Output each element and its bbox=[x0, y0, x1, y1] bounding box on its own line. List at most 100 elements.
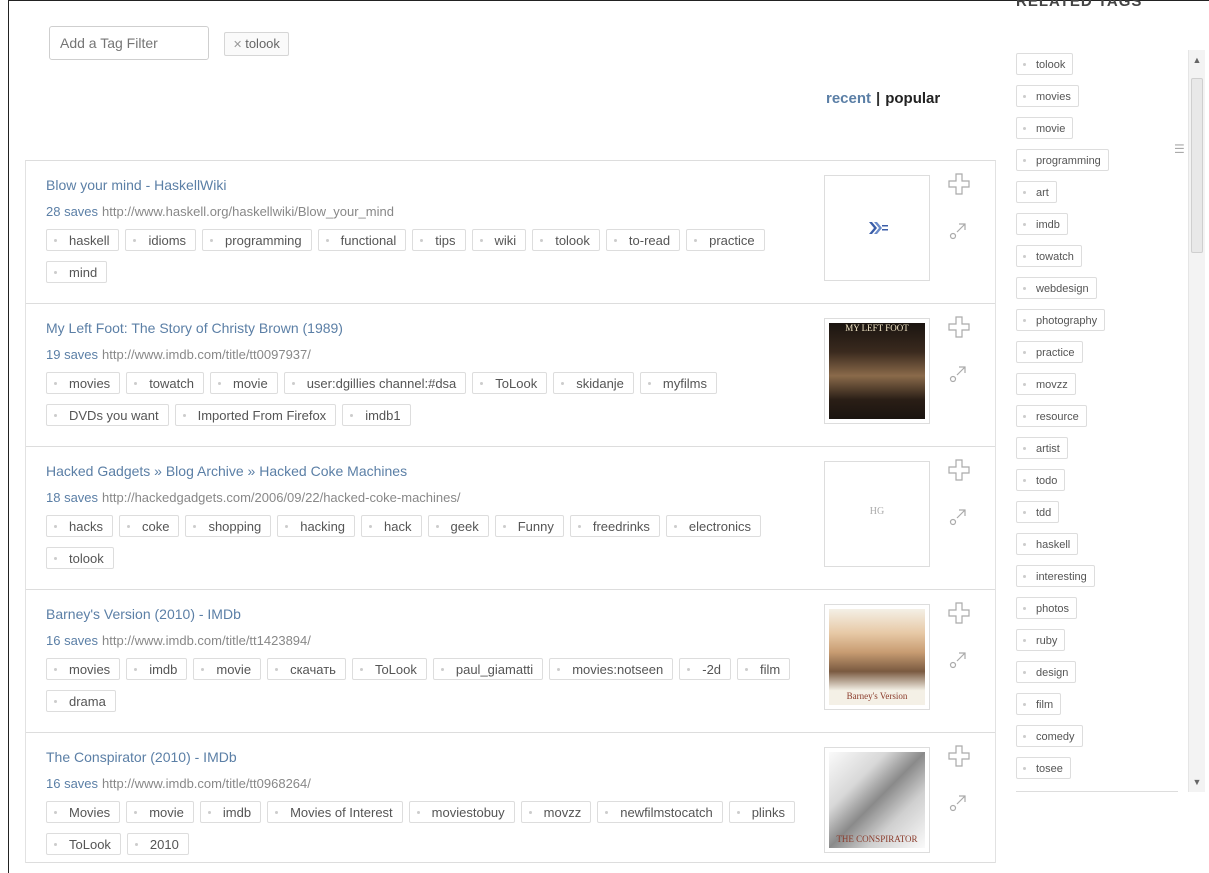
bookmark-thumbnail[interactable]: MY LEFT FOOT bbox=[824, 318, 930, 424]
related-tag[interactable]: programming bbox=[1016, 149, 1109, 171]
tag-chip[interactable]: ToLook bbox=[351, 658, 427, 680]
tag-chip[interactable]: скачать bbox=[267, 658, 346, 680]
tag-chip[interactable]: imdb1 bbox=[342, 404, 411, 426]
related-tag[interactable]: haskell bbox=[1016, 533, 1079, 555]
tag-chip[interactable]: skidanje bbox=[553, 372, 634, 394]
bookmark-thumbnail[interactable]: THE CONSPIRATOR bbox=[824, 747, 930, 853]
share-icon[interactable] bbox=[948, 505, 970, 527]
related-tag[interactable]: comedy bbox=[1016, 725, 1083, 747]
add-icon[interactable] bbox=[948, 602, 970, 624]
tag-chip[interactable]: movies:notseen bbox=[549, 658, 674, 680]
related-tag[interactable]: movies bbox=[1016, 85, 1079, 107]
tag-chip[interactable]: Movies bbox=[46, 801, 121, 823]
related-tag[interactable]: towatch bbox=[1016, 245, 1082, 267]
share-icon[interactable] bbox=[948, 219, 970, 241]
tag-chip[interactable]: movies bbox=[46, 658, 121, 680]
bookmark-url[interactable]: http://www.imdb.com/title/tt0968264/ bbox=[102, 776, 311, 791]
scroll-thumb[interactable] bbox=[1191, 78, 1203, 253]
tag-filter-input[interactable] bbox=[49, 26, 209, 60]
tag-chip[interactable]: mind bbox=[46, 261, 108, 283]
bookmark-title-link[interactable]: Hacked Gadgets » Blog Archive » Hacked C… bbox=[46, 463, 407, 479]
tag-chip[interactable]: moviestobuy bbox=[408, 801, 515, 823]
tag-chip[interactable]: tolook bbox=[46, 547, 114, 569]
tag-chip[interactable]: ToLook bbox=[46, 833, 121, 855]
related-tag[interactable]: movzz bbox=[1016, 373, 1076, 395]
related-tag[interactable]: webdesign bbox=[1016, 277, 1097, 299]
tag-chip[interactable]: programming bbox=[202, 229, 312, 251]
tag-chip[interactable]: movie bbox=[126, 801, 194, 823]
bookmark-thumbnail[interactable]: HG bbox=[824, 461, 930, 567]
bookmark-title-link[interactable]: The Conspirator (2010) - IMDb bbox=[46, 749, 237, 765]
share-icon[interactable] bbox=[948, 362, 970, 384]
tag-chip[interactable]: freedrinks bbox=[569, 515, 660, 537]
related-tag[interactable]: tolook bbox=[1016, 53, 1074, 75]
tag-chip[interactable]: shopping bbox=[185, 515, 272, 537]
related-tag[interactable]: photos bbox=[1016, 597, 1078, 619]
tag-chip[interactable]: plinks bbox=[728, 801, 795, 823]
related-tag[interactable]: tosee bbox=[1016, 757, 1071, 779]
share-icon[interactable] bbox=[948, 648, 970, 670]
bookmark-url[interactable]: http://www.imdb.com/title/tt1423894/ bbox=[102, 633, 311, 648]
remove-tag-icon[interactable]: ✕ bbox=[233, 39, 242, 51]
tag-chip[interactable]: movie bbox=[193, 658, 262, 680]
tag-chip[interactable]: haskell bbox=[46, 229, 120, 251]
tag-chip[interactable]: paul_giamatti bbox=[432, 658, 544, 680]
bookmark-url[interactable]: http://hackedgadgets.com/2006/09/22/hack… bbox=[102, 490, 460, 505]
bookmark-url[interactable]: http://www.imdb.com/title/tt0097937/ bbox=[102, 347, 311, 362]
bookmark-thumbnail[interactable]: Barney's Version bbox=[824, 604, 930, 710]
tag-chip[interactable]: geek bbox=[427, 515, 489, 537]
saves-count[interactable]: 16 saves bbox=[46, 633, 98, 648]
bookmark-thumbnail[interactable] bbox=[824, 175, 930, 281]
tag-chip[interactable]: newfilmstocatch bbox=[597, 801, 723, 823]
related-tag[interactable]: artist bbox=[1016, 437, 1068, 459]
add-icon[interactable] bbox=[948, 459, 970, 481]
tag-chip[interactable]: practice bbox=[686, 229, 765, 251]
related-tag[interactable]: practice bbox=[1016, 341, 1083, 363]
tag-chip[interactable]: movie bbox=[210, 372, 278, 394]
tag-chip[interactable]: hacks bbox=[46, 515, 113, 537]
sort-recent-link[interactable]: recent bbox=[826, 90, 871, 107]
related-tag[interactable]: film bbox=[1016, 693, 1062, 715]
related-tag[interactable]: design bbox=[1016, 661, 1077, 683]
tag-chip[interactable]: coke bbox=[118, 515, 180, 537]
saves-count[interactable]: 19 saves bbox=[46, 347, 98, 362]
related-tag[interactable]: photography bbox=[1016, 309, 1106, 331]
tag-chip[interactable]: Imported From Firefox bbox=[174, 404, 337, 426]
sort-popular-link[interactable]: popular bbox=[885, 90, 940, 107]
tag-chip[interactable]: user:dgillies channel:#dsa bbox=[283, 372, 467, 394]
tag-chip[interactable]: DVDs you want bbox=[46, 404, 169, 426]
tag-chip[interactable]: to-read bbox=[605, 229, 681, 251]
tag-chip[interactable]: imdb bbox=[199, 801, 262, 823]
tag-chip[interactable]: movies bbox=[46, 372, 121, 394]
tag-chip[interactable]: ToLook bbox=[472, 372, 548, 394]
bookmark-url[interactable]: http://www.haskell.org/haskellwiki/Blow_… bbox=[102, 204, 394, 219]
tag-chip[interactable]: imdb bbox=[126, 658, 188, 680]
saves-count[interactable]: 16 saves bbox=[46, 776, 98, 791]
related-tag[interactable]: ruby bbox=[1016, 629, 1066, 651]
scrollbar[interactable]: ☰ ▲ ▼ bbox=[1174, 50, 1205, 792]
tag-chip[interactable]: tolook bbox=[532, 229, 600, 251]
tag-chip[interactable]: hacking bbox=[277, 515, 356, 537]
active-tag-filter[interactable]: ✕ tolook bbox=[224, 32, 289, 56]
related-tag[interactable]: imdb bbox=[1016, 213, 1068, 235]
scroll-down-icon[interactable]: ▼ bbox=[1189, 774, 1205, 790]
tag-chip[interactable]: idioms bbox=[125, 229, 197, 251]
tag-chip[interactable]: tips bbox=[412, 229, 466, 251]
related-tag[interactable]: tdd bbox=[1016, 501, 1060, 523]
share-icon[interactable] bbox=[948, 791, 970, 813]
tag-chip[interactable]: -2d bbox=[679, 658, 732, 680]
saves-count[interactable]: 28 saves bbox=[46, 204, 98, 219]
tag-chip[interactable]: electronics bbox=[665, 515, 762, 537]
tag-chip[interactable]: drama bbox=[46, 690, 116, 712]
bookmark-title-link[interactable]: Barney's Version (2010) - IMDb bbox=[46, 606, 241, 622]
tag-chip[interactable]: functional bbox=[317, 229, 407, 251]
related-tag[interactable]: resource bbox=[1016, 405, 1087, 427]
add-icon[interactable] bbox=[948, 173, 970, 195]
scroll-up-icon[interactable]: ▲ bbox=[1189, 52, 1205, 68]
tag-chip[interactable]: Funny bbox=[494, 515, 564, 537]
related-tag[interactable]: movie bbox=[1016, 117, 1074, 139]
add-icon[interactable] bbox=[948, 745, 970, 767]
tag-chip[interactable]: 2010 bbox=[126, 833, 189, 855]
tag-chip[interactable]: hack bbox=[361, 515, 422, 537]
tag-chip[interactable]: Movies of Interest bbox=[267, 801, 403, 823]
